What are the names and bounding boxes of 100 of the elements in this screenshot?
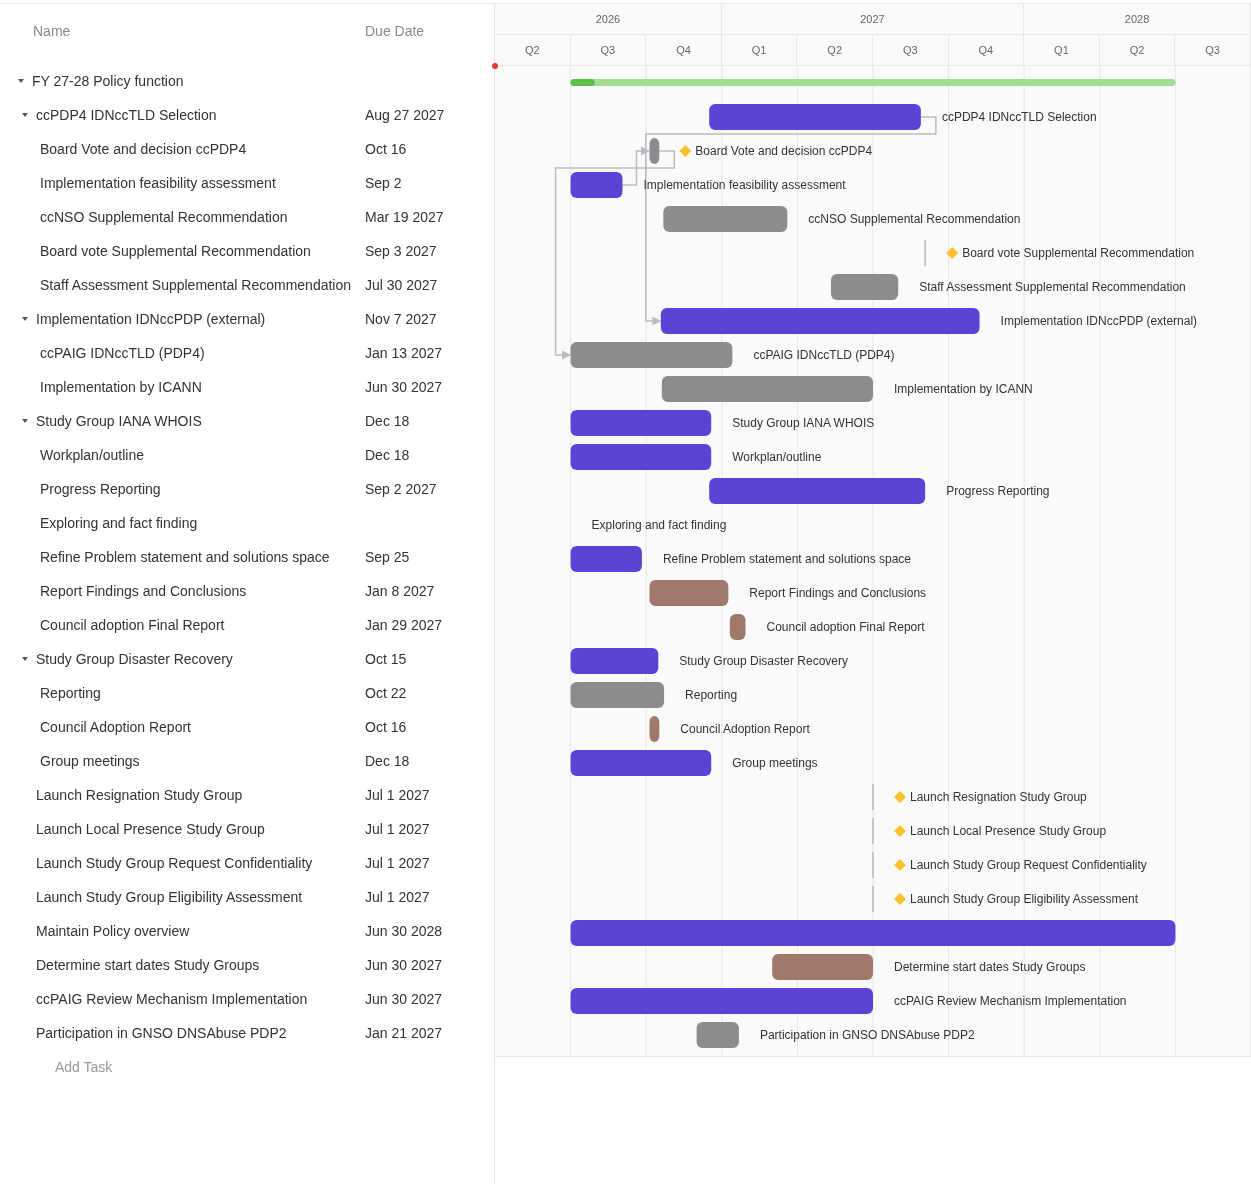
bar-label: ccPAIG IDNccTLD (PDP4) (753, 348, 895, 362)
bar-label: Launch Resignation Study Group (910, 790, 1087, 804)
due-date: Dec 18 (365, 413, 410, 429)
task-name[interactable]: Exploring and fact finding (40, 515, 198, 531)
task-name[interactable]: Implementation IDNccPDP (external) (36, 311, 266, 327)
task-name[interactable]: FY 27-28 Policy function (32, 73, 184, 89)
bar-label: Report Findings and Conclusions (749, 586, 927, 600)
task-name[interactable]: ccPDP4 IDNccTLD Selection (36, 107, 217, 123)
task-bar[interactable] (649, 580, 729, 606)
task-name[interactable]: Workplan/outline (40, 447, 145, 463)
caret-icon[interactable] (22, 317, 28, 321)
task-bar[interactable] (570, 546, 642, 572)
task-bar[interactable] (696, 1022, 739, 1048)
task-name[interactable]: Refine Problem statement and solutions space (40, 549, 330, 565)
milestone-line (872, 885, 874, 913)
task-name[interactable]: ccPAIG Review Mechanism Implementation (36, 991, 308, 1007)
today-marker-icon (492, 63, 498, 69)
task-name[interactable]: Report Findings and Conclusions (40, 583, 247, 599)
bar-label: Implementation by ICANN (894, 382, 1033, 396)
due-date: Oct 22 (365, 685, 407, 701)
bar-label: ccPAIG Review Mechanism Implementation (894, 994, 1127, 1008)
bar-label: Staff Assessment Supplemental Recommendation (919, 280, 1186, 294)
task-bar[interactable] (570, 410, 712, 436)
quarter-label: Q3 (1205, 44, 1220, 56)
quarter-label: Q1 (751, 44, 767, 56)
task-name[interactable]: Progress Reporting (40, 481, 161, 497)
task-name[interactable]: Determine start dates Study Groups (36, 957, 260, 973)
quarter-label: Q2 (827, 44, 842, 56)
caret-icon[interactable] (22, 113, 28, 117)
task-name[interactable]: Group meetings (40, 753, 140, 769)
bar-label: ccPDP4 IDNccTLD Selection (941, 110, 1097, 124)
milestone-line (924, 239, 926, 267)
due-date: Dec 18 (365, 753, 410, 769)
due-date: Jan 29 2027 (365, 617, 443, 633)
bar-label: Group meetings (732, 756, 818, 770)
task-bar[interactable] (570, 172, 623, 198)
milestone-line (872, 783, 874, 811)
task-bar[interactable] (830, 274, 899, 300)
bar-label: Reporting (685, 688, 738, 702)
quarter-label: Q2 (524, 44, 540, 56)
bar-label: Exploring and fact finding (591, 518, 727, 532)
due-date: Jan 21 2027 (365, 1025, 443, 1041)
task-bar[interactable] (570, 444, 712, 470)
task-name[interactable]: Launch Study Group Request Confidentiality (36, 855, 313, 871)
due-date: Nov 7 2027 (365, 311, 437, 327)
task-bar[interactable] (649, 716, 660, 742)
task-name[interactable]: Council Adoption Report (40, 719, 191, 735)
due-date: Oct 15 (365, 651, 407, 667)
due-date: Jul 1 2027 (365, 787, 430, 803)
caret-icon[interactable] (22, 419, 28, 423)
task-name[interactable]: Implementation by ICANN (40, 379, 202, 395)
due-date: Oct 16 (365, 719, 407, 735)
quarter-label: Q3 (600, 44, 616, 56)
bar-label: Council adoption Final Report (766, 620, 925, 634)
year-label: 2026 (595, 13, 621, 25)
due-date: Sep 25 (365, 549, 410, 565)
quarter-label: Q4 (676, 44, 691, 56)
task-name[interactable]: ccNSO Supplemental Recommendation (40, 209, 288, 225)
due-date: Jan 8 2027 (365, 583, 435, 599)
task-bar[interactable] (729, 614, 746, 640)
due-date: Jun 30 2027 (365, 379, 443, 395)
bar-label: Launch Study Group Eligibility Assessment (910, 892, 1139, 906)
task-name[interactable]: Council adoption Final Report (40, 617, 225, 633)
diamond-icon (894, 791, 906, 803)
task-name[interactable]: Study Group Disaster Recovery (36, 651, 233, 667)
bar-label: Determine start dates Study Groups (894, 960, 1086, 974)
task-name[interactable]: Maintain Policy overview (36, 923, 190, 939)
bar-label: Implementation feasibility assessment (643, 178, 846, 192)
bar-label: Workplan/outline (732, 450, 822, 464)
diamond-icon (894, 859, 906, 871)
due-date: Oct 16 (365, 141, 407, 157)
bar-label: Progress Reporting (946, 484, 1050, 498)
task-name[interactable]: Board Vote and decision ccPDP4 (40, 141, 247, 157)
task-name[interactable]: Board vote Supplemental Recommendation (40, 243, 311, 259)
bar-label: Participation in GNSO DNSAbuse PDP2 (759, 1028, 975, 1042)
task-bar[interactable] (649, 138, 660, 164)
task-name[interactable]: Launch Local Presence Study Group (36, 821, 265, 837)
task-bar[interactable] (570, 682, 665, 708)
task-bar[interactable] (570, 750, 712, 776)
due-date: Jul 1 2027 (365, 855, 430, 871)
due-date: Jul 1 2027 (365, 821, 430, 837)
due-date: Jun 30 2027 (365, 991, 443, 1007)
task-name[interactable]: Staff Assessment Supplemental Recommendation (40, 277, 352, 293)
task-name[interactable]: Study Group IANA WHOIS (36, 413, 202, 429)
task-bar[interactable] (570, 648, 659, 674)
task-name[interactable]: Implementation feasibility assessment (40, 175, 276, 191)
column-header: Due Date (365, 23, 425, 41)
year-label: 2028 (1124, 13, 1150, 25)
task-name[interactable]: Launch Study Group Eligibility Assessment (36, 889, 303, 905)
caret-icon[interactable] (18, 79, 24, 83)
task-name[interactable]: Reporting (40, 685, 101, 701)
bar-label: ccNSO Supplemental Recommendation (808, 212, 1021, 226)
caret-icon[interactable] (22, 657, 28, 661)
bar-label: Implementation IDNccPDP (external) (1000, 314, 1198, 328)
year-label: 2027 (860, 13, 885, 25)
bar-label: Launch Local Presence Study Group (910, 824, 1107, 838)
task-name[interactable]: Participation in GNSO DNSAbuse PDP2 (36, 1025, 287, 1041)
due-date: Jul 30 2027 (365, 277, 438, 293)
task-name[interactable]: ccPAIG IDNccTLD (PDP4) (40, 345, 205, 361)
task-name[interactable]: Launch Resignation Study Group (36, 787, 243, 803)
